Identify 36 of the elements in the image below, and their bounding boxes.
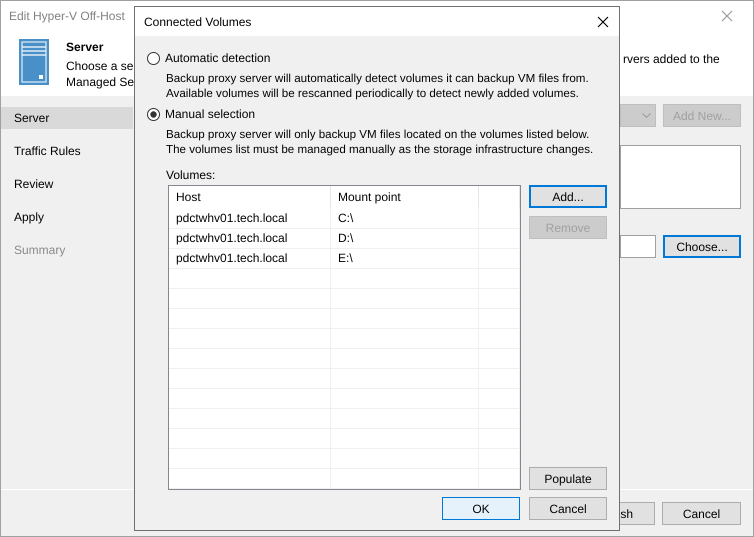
radio-button[interactable] bbox=[147, 108, 160, 120]
volumes-label: Volumes: bbox=[165, 168, 216, 183]
radio-button[interactable] bbox=[147, 52, 160, 64]
table-cell: C:\ bbox=[331, 209, 479, 228]
page-title: Server bbox=[66, 40, 104, 54]
cancel-button[interactable]: Cancel bbox=[529, 497, 607, 520]
caret-icon bbox=[642, 113, 651, 118]
server-icon bbox=[19, 39, 49, 85]
sidebar-item[interactable]: Apply bbox=[1, 206, 133, 228]
sidebar-item[interactable]: Review bbox=[1, 173, 133, 195]
column-header[interactable]: Mount point bbox=[331, 186, 479, 209]
ok-button[interactable]: OK bbox=[442, 497, 520, 520]
path-field[interactable] bbox=[620, 235, 656, 258]
page-description: rvers added to the bbox=[623, 52, 721, 68]
option-description: Backup proxy server will only backup VM files located on the volumes listed below. The volumes list must be managed manually as the storage infrastructure changes. bbox=[165, 127, 594, 157]
sidebar-item[interactable]: Traffic Rules bbox=[1, 140, 133, 162]
table-cell: pdctwhv01.tech.local bbox=[169, 209, 331, 228]
populate-button[interactable]: Populate bbox=[529, 467, 607, 490]
option-label[interactable]: Automatic detection bbox=[165, 51, 270, 65]
server-list[interactable] bbox=[620, 145, 741, 209]
table-cell: D:\ bbox=[331, 229, 479, 248]
choose-button[interactable]: Choose... bbox=[663, 235, 741, 258]
add-button[interactable]: Add... bbox=[529, 185, 607, 208]
option-label[interactable]: Manual selection bbox=[165, 107, 256, 121]
page-description: Choose a se bbox=[66, 59, 134, 73]
sidebar-item[interactable]: Server bbox=[1, 107, 133, 129]
cancel-button[interactable]: Cancel bbox=[662, 502, 741, 525]
window-title: Edit Hyper-V Off-Host bbox=[9, 9, 125, 23]
column-header[interactable]: Host bbox=[169, 186, 331, 209]
table-cell: pdctwhv01.tech.local bbox=[169, 229, 331, 248]
option-description: Backup proxy server will automatically detect volumes it can backup VM files from. Available volumes will be rescanned periodically to detect newly added volumes. bbox=[165, 71, 590, 101]
close-icon[interactable] bbox=[597, 16, 609, 28]
dialog-title: Connected Volumes bbox=[144, 14, 252, 28]
page-description: Managed Se bbox=[66, 75, 134, 89]
table-cell: E:\ bbox=[331, 249, 479, 268]
table-cell: pdctwhv01.tech.local bbox=[169, 249, 331, 268]
